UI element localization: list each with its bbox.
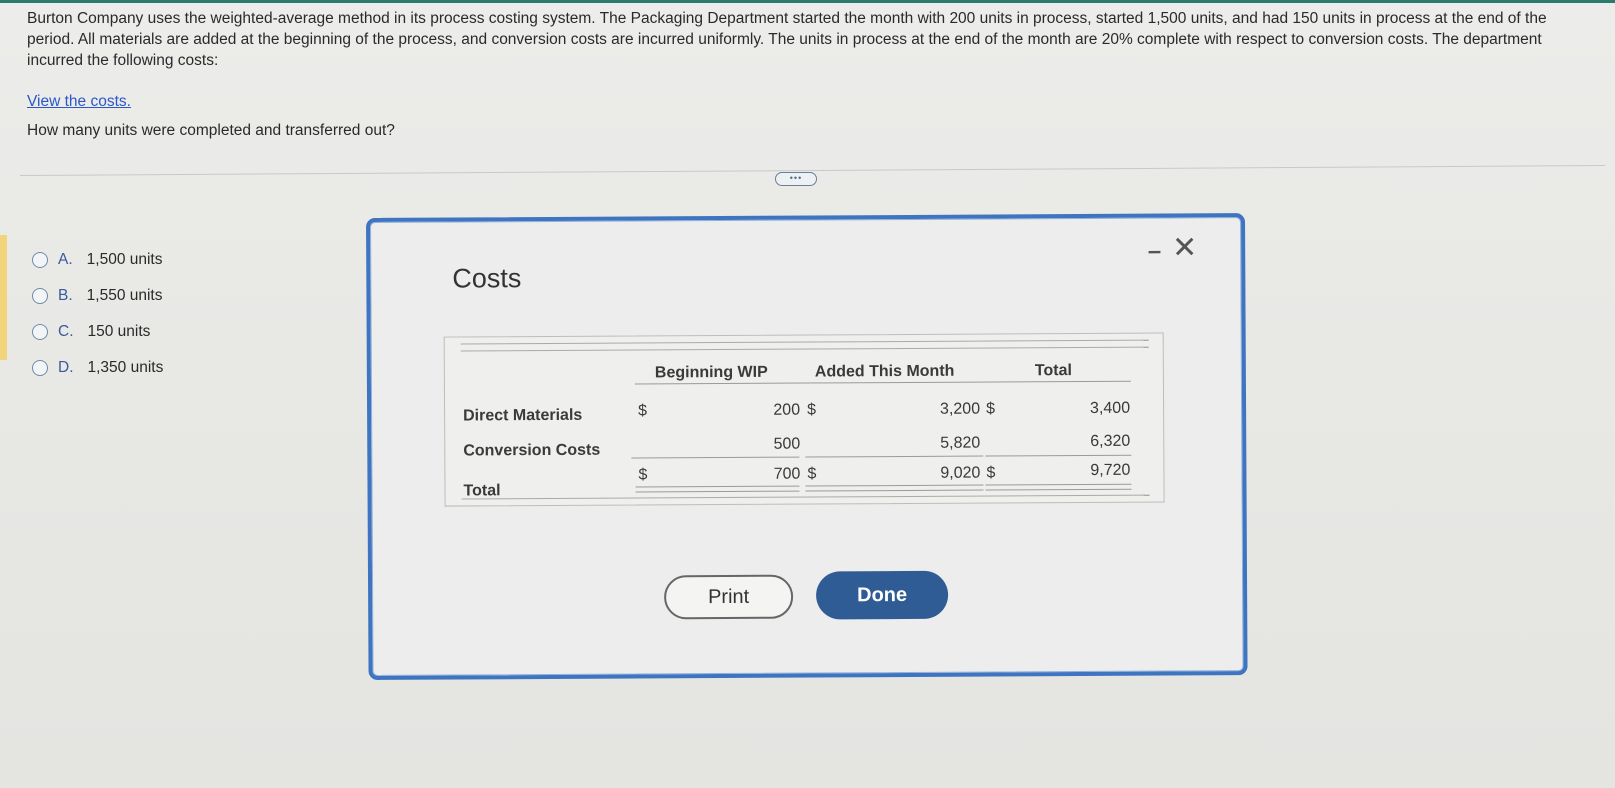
row-label-conversion-costs: Conversion Costs xyxy=(463,441,601,460)
expand-button[interactable]: ••• xyxy=(775,172,817,186)
close-icon[interactable]: ✕ xyxy=(1172,230,1197,265)
header-beginning-wip: Beginning WIP xyxy=(654,363,768,382)
subtotal-underline xyxy=(985,454,1132,457)
option-label: 150 units xyxy=(87,323,151,340)
cell-grand-total: 9,720 xyxy=(1090,461,1131,479)
header-underline xyxy=(634,382,805,385)
print-button[interactable]: Print xyxy=(664,574,794,620)
cell-total-added: 9,020 xyxy=(940,464,981,482)
question-text: Burton Company uses the weighted-average… xyxy=(27,10,1547,69)
total-double-underline xyxy=(805,484,984,492)
dollar-sign: $ xyxy=(638,402,648,420)
cell-dm-total: 3,400 xyxy=(1089,399,1131,417)
total-double-underline xyxy=(985,483,1132,491)
costs-dialog: Costs – ✕ Beginning WIP Added This Month… xyxy=(366,213,1248,680)
cell-dm-added: 3,200 xyxy=(939,400,981,418)
option-c[interactable]: C. 150 units xyxy=(32,322,150,342)
table-bottom-rule xyxy=(461,494,1150,500)
option-letter: B. xyxy=(58,287,73,304)
header-underline xyxy=(804,381,995,384)
total-double-underline xyxy=(635,485,800,493)
radio-icon[interactable] xyxy=(32,324,48,340)
radio-icon[interactable] xyxy=(32,360,48,376)
dollar-sign: $ xyxy=(807,465,817,483)
table-top-rule xyxy=(460,339,1149,345)
option-d[interactable]: D. 1,350 units xyxy=(32,358,163,378)
cell-total-beginning: 700 xyxy=(773,465,801,483)
cell-cc-beginning: 500 xyxy=(773,435,801,453)
radio-icon[interactable] xyxy=(32,288,48,304)
option-letter: D. xyxy=(58,359,74,376)
header-added-this-month: Added This Month xyxy=(814,362,955,381)
radio-icon[interactable] xyxy=(32,252,48,268)
left-highlight-strip xyxy=(0,235,7,360)
cell-cc-added: 5,820 xyxy=(940,434,981,452)
view-costs-link[interactable]: View the costs. xyxy=(27,93,131,111)
option-a[interactable]: A. 1,500 units xyxy=(32,250,163,270)
cell-dm-beginning: 200 xyxy=(773,401,801,419)
costs-table: Beginning WIP Added This Month Total Dir… xyxy=(443,332,1165,507)
option-label: 1,350 units xyxy=(87,359,164,376)
header-underline xyxy=(994,380,1131,383)
dollar-sign: $ xyxy=(638,466,648,484)
done-button[interactable]: Done xyxy=(815,570,949,620)
question-prompt: How many units were completed and transf… xyxy=(27,122,395,139)
option-label: 1,550 units xyxy=(86,287,163,304)
subtotal-underline xyxy=(805,455,984,458)
cell-cc-total: 6,320 xyxy=(1090,432,1131,450)
dialog-title: Costs xyxy=(452,263,522,294)
option-letter: A. xyxy=(58,251,73,268)
dollar-sign: $ xyxy=(986,400,996,418)
dollar-sign: $ xyxy=(986,464,996,482)
minimize-icon[interactable]: – xyxy=(1148,238,1162,266)
table-top-rule xyxy=(460,346,1149,352)
option-letter: C. xyxy=(58,323,74,340)
top-accent-bar xyxy=(0,0,1615,3)
row-label-direct-materials: Direct Materials xyxy=(463,406,583,425)
option-b[interactable]: B. 1,550 units xyxy=(32,286,163,306)
subtotal-underline xyxy=(631,456,800,459)
dollar-sign: $ xyxy=(807,401,817,419)
option-label: 1,500 units xyxy=(86,251,163,268)
header-total: Total xyxy=(1034,362,1072,380)
